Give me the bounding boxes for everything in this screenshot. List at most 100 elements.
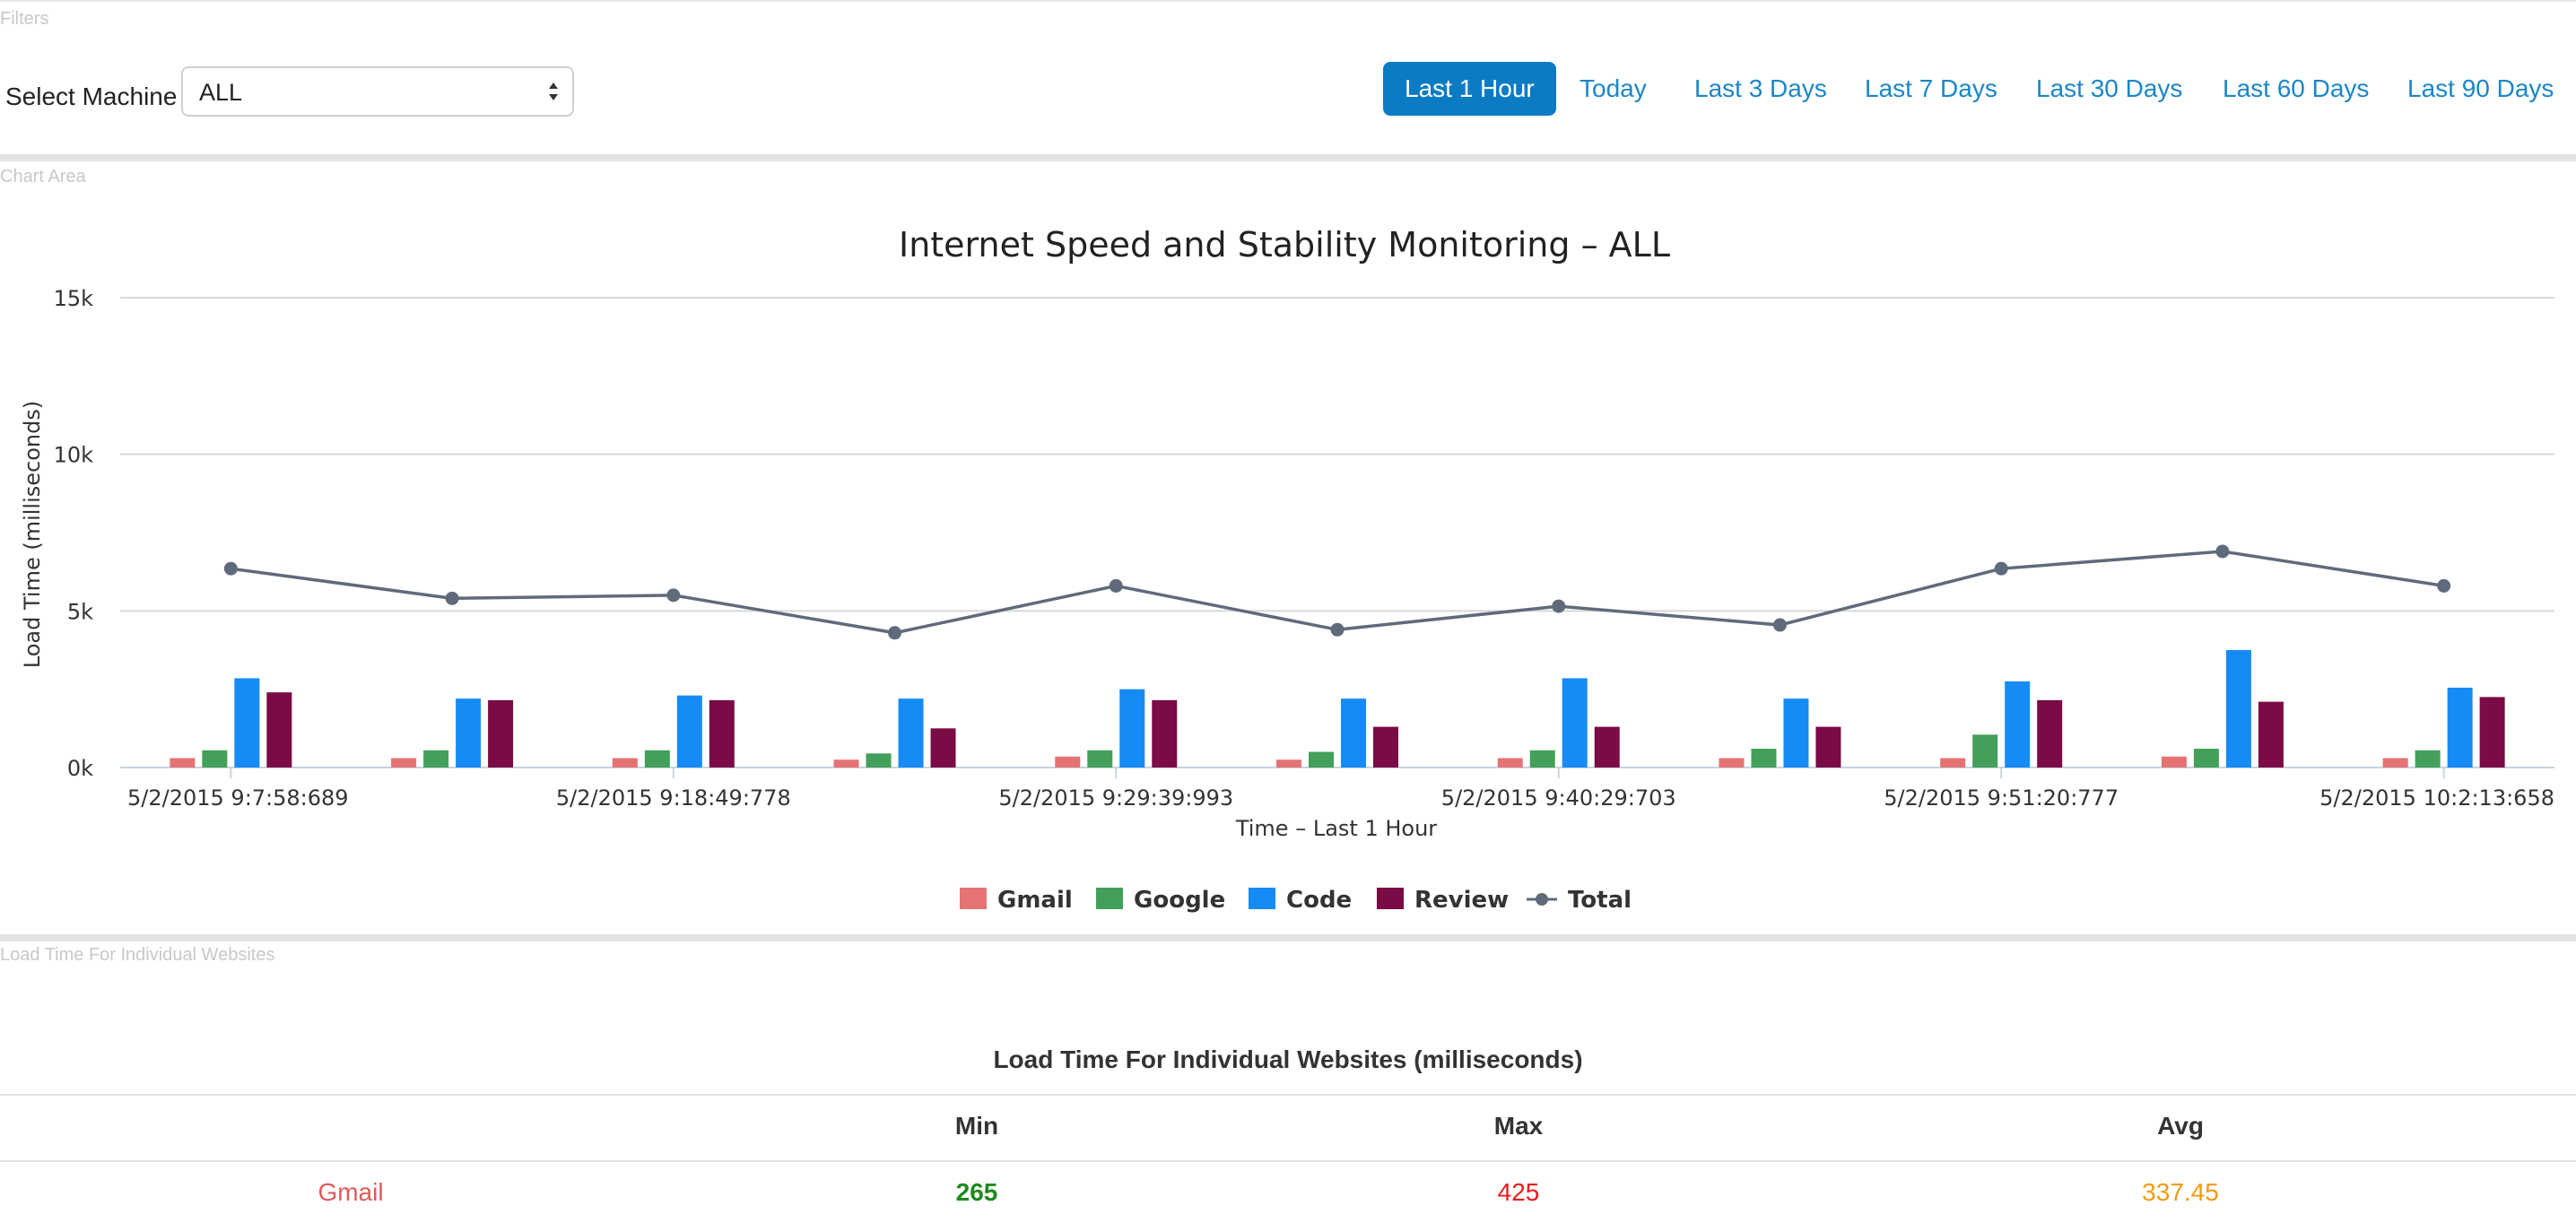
y-tick-label: 10k [54, 443, 94, 468]
bar-google [1087, 750, 1113, 768]
range-button-2[interactable]: Last 3 Days [1673, 62, 1849, 116]
filters-divider [0, 154, 2576, 161]
table-header-min: Min [954, 1112, 999, 1140]
total-point [666, 588, 681, 603]
table-title: Load Time For Individual Websites (milli… [993, 1045, 1583, 1073]
bar-code [1562, 678, 1588, 768]
bar-gmail [1276, 759, 1301, 768]
bar-google [423, 750, 449, 768]
bar-google [202, 750, 228, 768]
bar-code [898, 698, 924, 768]
bar-google [2193, 749, 2219, 768]
x-tick-label: 5/2/2015 9:40:29:703 [1441, 785, 1676, 811]
table-header-avg: Avg [2157, 1112, 2204, 1140]
filters-panel: Filters Select Machine ALL Last 1 Hour To… [0, 0, 2576, 156]
bar-google [1309, 751, 1334, 768]
chart-divider [0, 934, 2576, 941]
range-button-0[interactable]: Last 1 Hour [1383, 62, 1556, 116]
total-line [231, 550, 2444, 635]
bar-review [1373, 726, 1398, 768]
filters-section-label: Filters [0, 9, 49, 29]
bar-google [1529, 750, 1555, 768]
y-axis-label: Load Time (milliseconds) [20, 401, 45, 668]
bar-review [1815, 726, 1841, 768]
bar-gmail [1497, 758, 1523, 768]
x-tick-label: 5/2/2015 9:51:20:777 [1884, 785, 2119, 811]
legend-swatch-google [1096, 888, 1123, 909]
bar-gmail [833, 759, 859, 768]
bar-gmail [1055, 756, 1081, 768]
bar-google [644, 750, 670, 768]
x-tick-label: 5/2/2015 10:2:13:658 [2319, 785, 2554, 811]
legend-label-code: Code [1286, 887, 1352, 914]
bar-review [2258, 701, 2284, 768]
bar-google [2415, 750, 2441, 768]
legend-marker-total [1536, 893, 1548, 906]
bar-code [2447, 687, 2473, 768]
bar-gmail [1940, 758, 1966, 768]
bar-google [1972, 734, 1998, 768]
bar-review [1594, 726, 1620, 768]
bar-code [2005, 681, 2031, 768]
total-point [445, 591, 459, 605]
table-header-max: Max [1493, 1112, 1544, 1140]
bar-review [1152, 699, 1178, 768]
bar-code [1783, 698, 1809, 768]
total-point [1994, 561, 2008, 576]
total-point [888, 626, 902, 640]
total-point [1330, 622, 1345, 637]
bar-code [2225, 650, 2251, 768]
total-point [2437, 578, 2451, 593]
table-header-bottom-line [0, 1160, 2576, 1162]
bar-review [930, 728, 956, 768]
x-tick-label: 5/2/2015 9:29:39:993 [998, 785, 1233, 811]
legend-label-total: Total [1568, 887, 1632, 914]
bar-gmail [1719, 758, 1745, 768]
table-section-label: Load Time For Individual Websites [0, 945, 275, 965]
bar-gmail [391, 758, 417, 768]
range-button-5[interactable]: Last 60 Days [2201, 62, 2390, 116]
bar-code [234, 678, 260, 768]
bar-review [2037, 699, 2063, 768]
table-cell-max: 425 [1497, 1178, 1540, 1206]
bar-code [456, 698, 482, 768]
table-cell-min: 265 [955, 1178, 998, 1206]
bar-review [488, 699, 514, 768]
table-area: Load Time For Individual Websites Load T… [0, 941, 2576, 1223]
range-button-3[interactable]: Last 7 Days [1843, 62, 2019, 116]
table-cell-site-name: Gmail [318, 1178, 384, 1206]
load-time-chart: Internet Speed and Stability Monitoring … [20, 225, 2554, 914]
bar-gmail [170, 758, 196, 768]
y-tick-label: 5k [67, 599, 93, 624]
bar-code [676, 695, 702, 768]
range-button-6[interactable]: Last 90 Days [2386, 62, 2575, 116]
total-point [2215, 544, 2230, 559]
legend-swatch-gmail [960, 888, 987, 909]
chart-title: Internet Speed and Stability Monitoring … [899, 225, 1670, 265]
bar-review [266, 692, 292, 768]
bar-gmail [612, 758, 638, 768]
legend-label-google: Google [1134, 887, 1225, 914]
y-tick-label: 15k [54, 286, 94, 311]
x-tick-label: 5/2/2015 9:18:49:778 [556, 785, 791, 811]
bar-code [1119, 689, 1145, 768]
legend-label-gmail: Gmail [997, 887, 1073, 914]
select-machine-label: Select Machine [5, 82, 178, 110]
table-header-top-line [0, 1094, 2576, 1096]
bar-review [709, 699, 735, 768]
table-cell-avg: 337.45 [2142, 1178, 2219, 1206]
machine-select-value: ALL [199, 79, 243, 106]
bar-google [1751, 749, 1777, 768]
select-arrows-icon [549, 82, 558, 100]
range-button-1[interactable]: Today [1558, 62, 1668, 116]
total-point [1109, 578, 1123, 593]
range-button-4[interactable]: Last 30 Days [2015, 62, 2204, 116]
y-tick-label: 0k [67, 756, 93, 781]
machine-select[interactable]: ALL [181, 66, 574, 117]
bar-gmail [2161, 756, 2187, 768]
legend-swatch-code [1249, 888, 1275, 909]
total-point [1772, 618, 1787, 632]
bar-review [2479, 697, 2505, 768]
total-point [223, 561, 238, 576]
x-axis-label: Time – Last 1 Hour [1235, 816, 1437, 841]
